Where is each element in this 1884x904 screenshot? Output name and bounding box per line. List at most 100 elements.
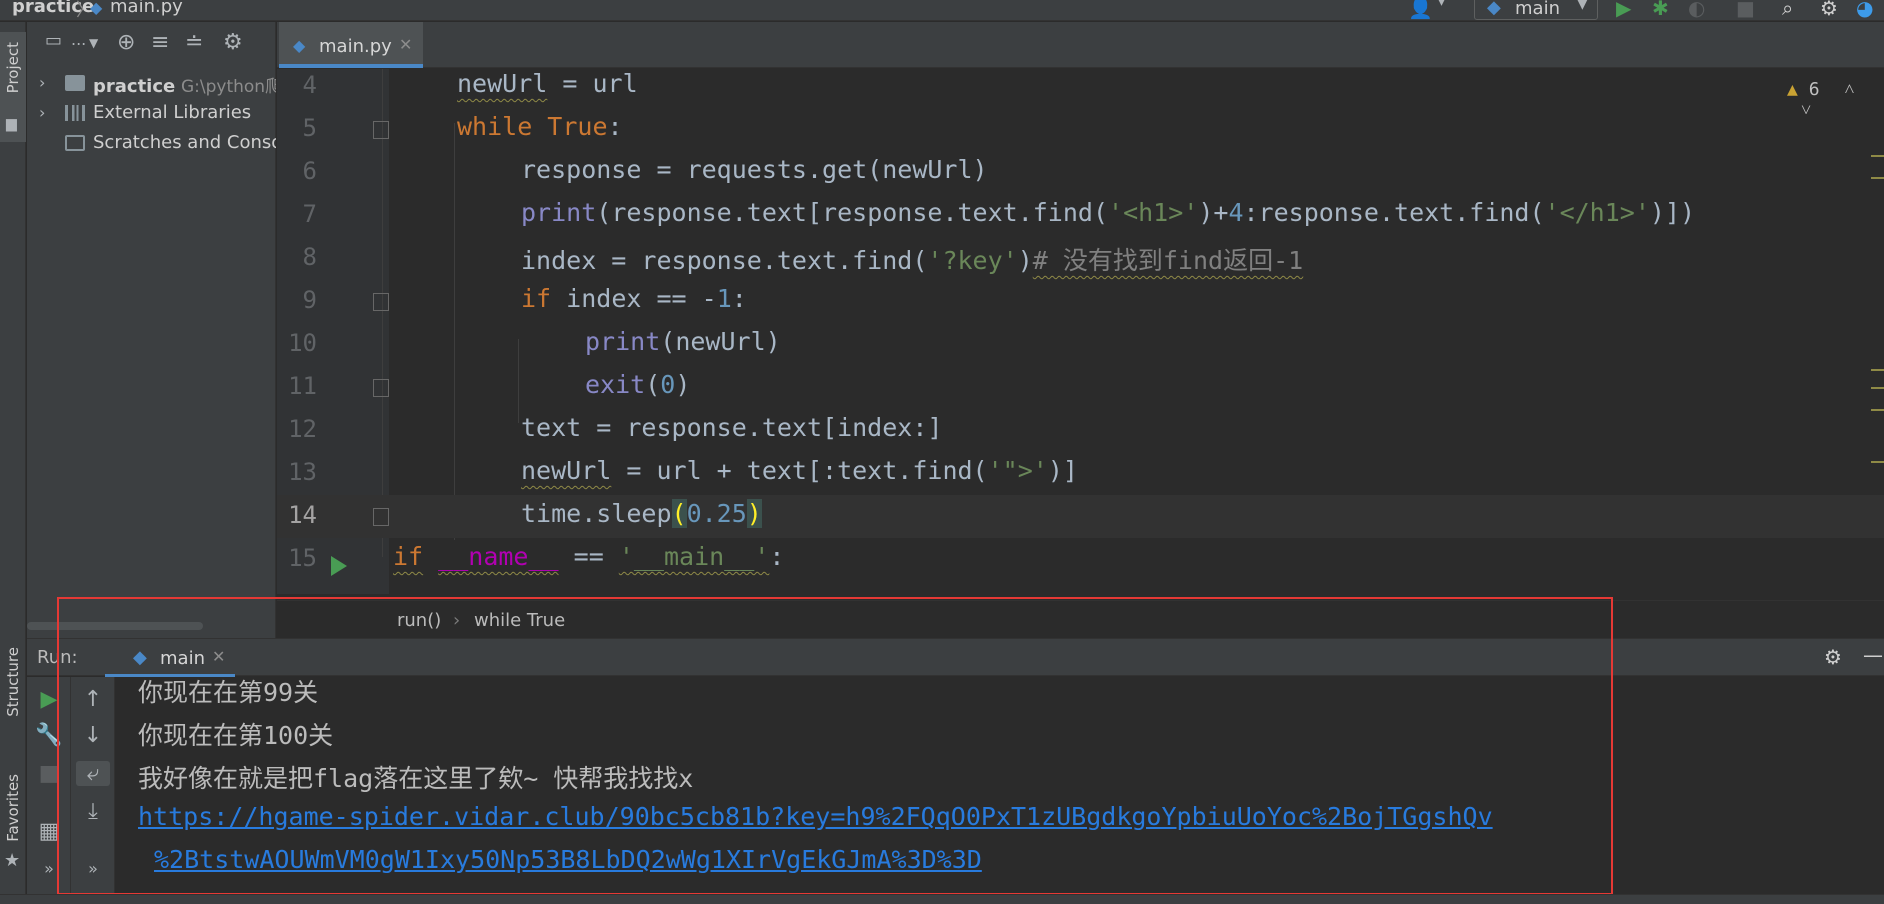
code-text: while True: xyxy=(457,112,623,141)
more-icon[interactable]: » xyxy=(71,859,115,878)
code-text: if __name__ == '__main__': xyxy=(393,542,785,571)
code-text: exit(0) xyxy=(585,370,691,399)
tree-item-external-libraries[interactable]: › External Libraries xyxy=(27,100,276,128)
layout-icon[interactable]: ▦ xyxy=(27,819,71,844)
line-number: 6 xyxy=(302,157,317,185)
star-icon: ★ xyxy=(4,850,21,871)
user-dropdown-icon[interactable]: ▾ xyxy=(1438,0,1445,10)
more-icon[interactable]: » xyxy=(27,859,71,878)
tree-item-path: G:\python爬 xyxy=(180,77,276,97)
breadcrumb-function[interactable]: run() xyxy=(397,610,441,631)
code-editor[interactable]: 4 newUrl = url 5 while True: 6 response … xyxy=(277,69,1884,594)
code-line[interactable]: 11 exit(0) xyxy=(277,366,1884,409)
plugin-icon[interactable]: ◕ xyxy=(1856,0,1873,20)
tree-item-scratches[interactable]: Scratches and Consol xyxy=(27,130,276,158)
locate-icon[interactable]: ⊕ xyxy=(117,30,135,55)
favorites-tool-button[interactable]: Favorites xyxy=(4,774,22,842)
editor-breadcrumb: run() › while True xyxy=(277,600,1884,638)
expand-all-icon[interactable]: ≡ xyxy=(151,30,169,55)
line-number: 7 xyxy=(302,200,317,228)
tree-item-practice[interactable]: › practice G:\python爬 xyxy=(27,70,276,98)
line-number: 8 xyxy=(302,243,317,271)
code-text: print(response.text[response.text.find('… xyxy=(521,198,1696,227)
code-line[interactable]: 6 response = requests.get(newUrl) xyxy=(277,151,1884,194)
arrow-down-icon[interactable]: ↓ xyxy=(71,723,115,748)
run-console[interactable]: 你现在在第99关 你现在在第100关 我好像在就是把flag落在这里了欸~ 快帮… xyxy=(116,677,1884,892)
code-line[interactable]: 9 if index == -1: xyxy=(277,280,1884,323)
scroll-warning-marker[interactable] xyxy=(1871,409,1884,411)
chevron-right-icon[interactable]: › xyxy=(39,73,45,92)
run-tab-main[interactable]: ◆ main ✕ xyxy=(105,639,235,677)
folder-icon xyxy=(65,75,85,91)
run-gutter-icon[interactable] xyxy=(331,556,347,576)
scroll-warning-marker[interactable] xyxy=(1871,177,1884,179)
console-link[interactable]: https://hgame-spider.vidar.club/90bc5cb8… xyxy=(138,802,1493,831)
console-link-continuation[interactable]: %2BtstwAOUWmVM0gW1Ixy50Np53B8LbDQ2wWg1XI… xyxy=(154,845,982,874)
soft-wrap-icon[interactable]: ⤶ xyxy=(76,761,110,786)
collapse-all-icon[interactable]: ≐ xyxy=(185,30,203,55)
coverage-icon[interactable]: ◐ xyxy=(1688,0,1705,20)
close-icon[interactable]: ✕ xyxy=(212,647,225,666)
project-view-icon[interactable]: ▭ xyxy=(45,30,62,51)
inspection-widget[interactable]: ▲ 6 ˄ ˅ xyxy=(1787,79,1884,121)
line-number: 5 xyxy=(302,114,317,142)
project-horizontal-scrollbar[interactable] xyxy=(27,622,203,630)
project-toolbar: ▭ ... ▼ ⊕ ≡ ≐ ⚙ xyxy=(27,30,276,60)
gear-icon[interactable]: ⚙ xyxy=(1820,0,1838,20)
code-line-current[interactable]: 14 time.sleep(0.25) xyxy=(277,495,1884,538)
gear-icon[interactable]: ⚙ xyxy=(1824,645,1842,669)
line-number: 9 xyxy=(302,286,317,314)
code-text: text = response.text[index:] xyxy=(521,413,943,442)
structure-tool-button[interactable]: Structure xyxy=(4,647,22,717)
chevron-up-icon[interactable]: ˄ xyxy=(1844,79,1854,100)
fold-marker-icon[interactable] xyxy=(373,508,389,526)
code-line[interactable]: 15 if __name__ == '__main__': xyxy=(277,538,1884,581)
scroll-to-end-icon[interactable]: ⤓ xyxy=(71,799,115,824)
code-line[interactable]: 7 print(response.text[response.text.find… xyxy=(277,194,1884,237)
line-number: 14 xyxy=(288,501,317,529)
rerun-icon[interactable]: ▶ xyxy=(27,687,71,712)
scratches-icon xyxy=(65,135,85,151)
scroll-warning-marker[interactable] xyxy=(1871,387,1884,389)
close-icon[interactable]: ✕ xyxy=(399,35,412,54)
project-tool-button[interactable]: Project ▆ xyxy=(0,32,26,142)
gear-icon[interactable]: ⚙ xyxy=(223,30,243,55)
nav-file-crumb[interactable]: main.py xyxy=(110,0,183,17)
code-line[interactable]: 12 text = response.text[index:] xyxy=(277,409,1884,452)
scroll-warning-marker[interactable] xyxy=(1871,369,1884,371)
minimize-icon[interactable]: — xyxy=(1863,643,1883,667)
run-configuration-select[interactable]: ◆ main ▼ xyxy=(1474,0,1598,20)
code-line[interactable]: 8 index = response.text.find('?key')# 没有… xyxy=(277,237,1884,280)
code-line[interactable]: 4 newUrl = url xyxy=(277,69,1884,108)
run-icon[interactable]: ▶ xyxy=(1616,0,1631,20)
code-text: response = requests.get(newUrl) xyxy=(521,155,988,184)
run-toolbar-primary: ▶ 🔧 ■ ▦ » xyxy=(27,677,71,904)
code-text: print(newUrl) xyxy=(585,327,781,356)
project-panel: ▭ ... ▼ ⊕ ≡ ≐ ⚙ › practice G:\python爬 › … xyxy=(27,22,276,638)
stop-icon[interactable]: ■ xyxy=(27,761,71,786)
breadcrumb-block[interactable]: while True xyxy=(474,610,565,631)
code-line[interactable]: 10 print(newUrl) xyxy=(277,323,1884,366)
fold-marker-icon[interactable] xyxy=(373,379,389,397)
python-file-icon: ◆ xyxy=(293,36,306,55)
arrow-up-icon[interactable]: ↑ xyxy=(71,687,115,712)
user-icon[interactable]: 👤 xyxy=(1408,0,1433,20)
fold-marker-icon[interactable] xyxy=(373,293,389,311)
debug-icon[interactable]: ✱ xyxy=(1652,0,1669,20)
chevron-down-icon[interactable]: ˅ xyxy=(1801,100,1811,121)
chevron-right-icon[interactable]: › xyxy=(39,103,45,122)
console-output-line: 你现在在第99关 xyxy=(138,678,319,707)
scroll-warning-marker[interactable] xyxy=(1871,155,1884,157)
fold-marker-icon[interactable] xyxy=(373,121,389,139)
chevron-down-icon[interactable]: ▼ xyxy=(89,36,98,50)
stop-icon[interactable]: ■ xyxy=(1736,0,1755,20)
code-line[interactable]: 13 newUrl = url + text[:text.find('">')] xyxy=(277,452,1884,495)
wrench-icon[interactable]: 🔧 xyxy=(27,723,71,748)
code-line[interactable]: 5 while True: xyxy=(277,108,1884,151)
scroll-warning-marker[interactable] xyxy=(1871,461,1884,463)
project-view-mode[interactable]: ... xyxy=(71,30,86,49)
tab-main-py[interactable]: ◆ main.py ✕ xyxy=(279,22,423,68)
navigation-bar: practice 〉 ◆ main.py 👤 ▾ ◆ main ▼ ▶ ✱ ◐ … xyxy=(0,0,1884,21)
tree-item-label: External Libraries xyxy=(93,102,252,123)
search-icon[interactable]: ⌕ xyxy=(1782,0,1793,20)
